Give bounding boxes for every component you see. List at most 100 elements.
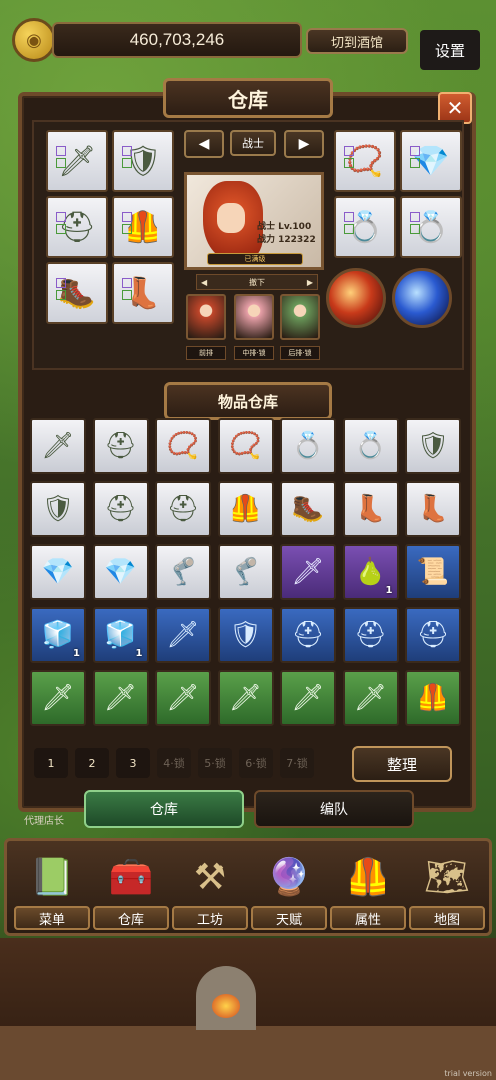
team-hero-portrait[interactable] bbox=[186, 294, 226, 340]
inventory-item[interactable]: 👢 bbox=[405, 481, 461, 537]
item-icon: ⛑ bbox=[103, 494, 137, 524]
inventory-item[interactable]: 🧊 1 bbox=[30, 607, 86, 663]
menu-item[interactable]: 🦺 属性 bbox=[330, 846, 406, 930]
menu-item-label: 天赋 bbox=[251, 906, 327, 930]
inventory-item[interactable]: 🗡 bbox=[280, 544, 336, 600]
item-icon: 🛡 bbox=[416, 431, 450, 461]
inventory-item[interactable]: ⛑ bbox=[155, 481, 211, 537]
tab-warehouse[interactable]: 仓库 bbox=[84, 790, 244, 828]
locked-page-button[interactable]: 5·锁 bbox=[198, 748, 232, 778]
max-level-badge: 已满级 bbox=[207, 253, 303, 265]
menu-item[interactable]: 🗺 地图 bbox=[409, 846, 485, 930]
inventory-item[interactable]: 💎 bbox=[92, 544, 149, 600]
quality-mark bbox=[344, 224, 354, 234]
next-hero-button[interactable]: ▶ bbox=[284, 130, 324, 158]
item-icon: 💎 bbox=[104, 557, 137, 587]
quality-mark bbox=[410, 224, 420, 234]
equip-slot-right-3[interactable]: 💍 bbox=[334, 196, 396, 258]
inventory-item[interactable]: 📿 bbox=[155, 418, 211, 474]
item-icon: ⛑ bbox=[353, 620, 387, 650]
inventory-item[interactable]: ⛑ bbox=[342, 607, 399, 663]
menu-item[interactable]: 🔮 天赋 bbox=[251, 846, 327, 930]
switch-to-tavern-button[interactable]: 切到酒馆 bbox=[306, 28, 408, 54]
prev-hero-button[interactable]: ◀ bbox=[184, 130, 224, 158]
inventory-item[interactable]: 🦿 bbox=[217, 544, 274, 600]
inventory-item[interactable]: 💎 bbox=[30, 544, 86, 600]
inventory-item[interactable]: 🥾 bbox=[280, 481, 336, 537]
inventory-item[interactable]: 🛡 bbox=[217, 607, 274, 663]
locked-page-button[interactable]: 6·锁 bbox=[239, 748, 273, 778]
menu-item-icon: 🦺 bbox=[345, 857, 391, 898]
team-hero-portrait[interactable] bbox=[234, 294, 274, 340]
inventory-item[interactable]: 🛡 bbox=[30, 481, 86, 537]
chevron-right-icon[interactable]: ▶ bbox=[307, 278, 313, 287]
position-selector[interactable]: ◀ 撤下 ▶ bbox=[196, 274, 318, 290]
equip-slot-left-4[interactable]: 🦺 bbox=[112, 196, 174, 258]
inventory-item[interactable]: ⛑ bbox=[92, 418, 149, 474]
sort-button[interactable]: 整理 bbox=[352, 746, 452, 782]
locked-page-button[interactable]: 7·锁 bbox=[280, 748, 314, 778]
inventory-grid: 🗡 ⛑ 📿 📿 💍 💍 🛡 🛡 ⛑ ⛑ 🦺 🥾 👢 👢 💎 💎 🦿 🦿 🗡 🍐 1 📜 🧊 1 🧊 1 🗡 🛡 ⛑ ⛑ ⛑ 🗡 🗡 🗡 🗡 🗡 🗡 🦺 bbox=[28, 418, 468, 736]
inventory-item[interactable]: 🦺 bbox=[405, 670, 461, 726]
tavern-floor bbox=[0, 1026, 496, 1080]
inventory-item[interactable]: 📿 bbox=[217, 418, 274, 474]
quality-mark bbox=[122, 224, 132, 234]
inventory-item[interactable]: 👢 bbox=[342, 481, 399, 537]
quality-mark bbox=[410, 158, 420, 168]
fire-icon bbox=[212, 994, 240, 1018]
inventory-item[interactable]: 🦿 bbox=[155, 544, 211, 600]
item-icon: 🗡 bbox=[228, 683, 262, 713]
menu-item[interactable]: 📗 菜单 bbox=[14, 846, 90, 930]
menu-item[interactable]: 🧰 仓库 bbox=[93, 846, 169, 930]
item-count: 1 bbox=[385, 585, 393, 596]
inventory-item[interactable]: 🗡 bbox=[280, 670, 336, 726]
inventory-item[interactable]: 🗡 bbox=[342, 670, 399, 726]
equip-slot-right-2[interactable]: 💎 bbox=[400, 130, 462, 192]
settings-button[interactable]: 设置 bbox=[420, 30, 480, 70]
hero-level: 战士 Lv.100 bbox=[257, 222, 312, 232]
page-button[interactable]: 3 bbox=[116, 748, 150, 778]
item-icon: ⛑ bbox=[416, 620, 450, 650]
inventory-item[interactable]: 🗡 bbox=[217, 670, 274, 726]
equip-slot-left-2[interactable]: 🛡 bbox=[112, 130, 174, 192]
inventory-item[interactable]: 🗡 bbox=[155, 607, 211, 663]
menu-item-icon: 🧰 bbox=[108, 857, 154, 898]
inventory-item[interactable]: 🧊 1 bbox=[92, 607, 149, 663]
gold-coin-icon: ◉ bbox=[12, 18, 56, 62]
inventory-item[interactable]: 💍 bbox=[280, 418, 336, 474]
inventory-item[interactable]: 🦺 bbox=[217, 481, 274, 537]
tab-formation[interactable]: 编队 bbox=[254, 790, 414, 828]
team-hero-portrait[interactable] bbox=[280, 294, 320, 340]
equip-slot-left-6[interactable]: 👢 bbox=[112, 262, 174, 324]
menu-item-label: 地图 bbox=[409, 906, 485, 930]
chevron-left-icon[interactable]: ◀ bbox=[201, 278, 207, 287]
equip-slot-left-1[interactable]: 🗡 bbox=[46, 130, 108, 192]
item-icon: 👢 bbox=[354, 494, 387, 524]
page-button[interactable]: 2 bbox=[75, 748, 109, 778]
fire-slash-skill-icon[interactable] bbox=[326, 268, 386, 328]
locked-page-button[interactable]: 4·锁 bbox=[157, 748, 191, 778]
inventory-item[interactable]: 📜 bbox=[405, 544, 461, 600]
item-icon: 🛡 bbox=[41, 494, 75, 524]
inventory-item[interactable]: ⛑ bbox=[92, 481, 149, 537]
equip-slot-right-1[interactable]: 📿 bbox=[334, 130, 396, 192]
inventory-item[interactable]: 🛡 bbox=[405, 418, 461, 474]
menu-item-label: 属性 bbox=[330, 906, 406, 930]
inventory-item[interactable]: ⛑ bbox=[405, 607, 461, 663]
blue-orb-skill-icon[interactable] bbox=[392, 268, 452, 328]
equip-slot-right-4[interactable]: 💍 bbox=[400, 196, 462, 258]
equip-slot-left-3[interactable]: ⛑ bbox=[46, 196, 108, 258]
item-icon: 👢 bbox=[416, 494, 450, 524]
inventory-item[interactable]: 🗡 bbox=[92, 670, 149, 726]
equip-slot-left-5[interactable]: 🥾 bbox=[46, 262, 108, 324]
item-icon: 🗡 bbox=[166, 620, 200, 650]
inventory-item[interactable]: 💍 bbox=[342, 418, 399, 474]
hero-class: 战士 bbox=[230, 130, 276, 156]
menu-item[interactable]: ⚒ 工坊 bbox=[172, 846, 248, 930]
page-button[interactable]: 1 bbox=[34, 748, 68, 778]
inventory-item[interactable]: 🗡 bbox=[155, 670, 211, 726]
inventory-item[interactable]: 🍐 1 bbox=[342, 544, 399, 600]
inventory-item[interactable]: 🗡 bbox=[30, 418, 86, 474]
inventory-item[interactable]: ⛑ bbox=[280, 607, 336, 663]
inventory-item[interactable]: 🗡 bbox=[30, 670, 86, 726]
